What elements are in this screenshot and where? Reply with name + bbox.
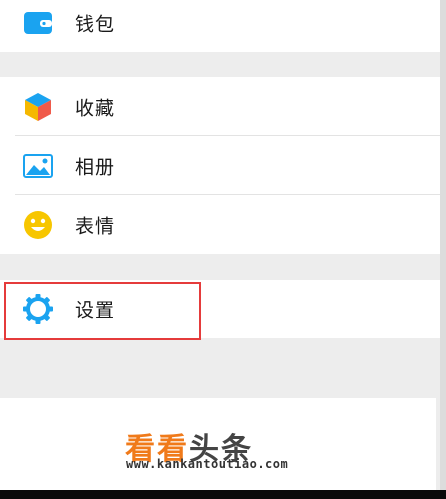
media-group: 收藏 相册 表情 [0, 77, 440, 254]
wallet-group: 钱包 [0, 0, 440, 52]
menu-item-wallet[interactable]: 钱包 [0, 0, 440, 52]
menu-item-label: 钱包 [75, 13, 116, 35]
watermark-url: www.kankantoutiao.com [126, 457, 289, 471]
highlight-box [4, 282, 201, 340]
watermark-area: 看看 头条 www.kankantoutiao.com [0, 398, 436, 490]
smiley-icon [22, 209, 54, 241]
picture-icon [22, 150, 54, 182]
wallet-icon [22, 7, 54, 39]
cube-icon [22, 91, 54, 123]
bottom-bar [0, 490, 446, 499]
menu-item-favorites[interactable]: 收藏 [0, 77, 440, 136]
menu-item-album[interactable]: 相册 [0, 136, 440, 195]
menu-item-label: 表情 [75, 215, 116, 237]
menu-item-stickers[interactable]: 表情 [0, 195, 440, 254]
menu-item-label: 收藏 [75, 97, 116, 119]
menu-item-label: 相册 [75, 156, 116, 178]
right-edge-strip [440, 0, 446, 490]
